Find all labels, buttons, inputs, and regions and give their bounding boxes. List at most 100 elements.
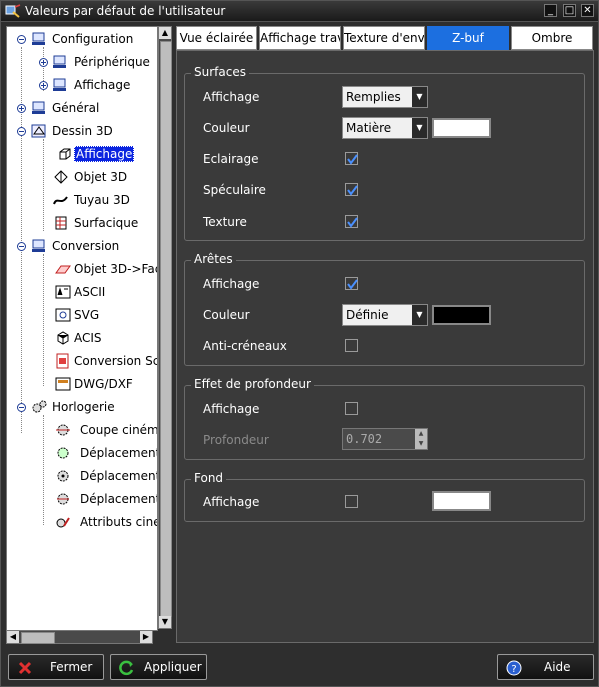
profondeur-label: Profondeur [203,433,269,447]
tree-item-deplacement-1[interactable]: Déplacement [7,444,157,462]
tree-item-general[interactable]: Général [7,99,157,117]
tree-item-attributs[interactable]: Attributs ciner [7,513,157,531]
dwg-file-icon [55,377,71,391]
spin-down-icon[interactable]: ▼ [415,439,427,449]
tree-item-affichage-3d[interactable]: Affichage [7,145,157,163]
close-icon [18,661,32,675]
tab-z-buf[interactable]: Z-buf [427,26,509,50]
tree-item-label: Horlogerie [52,400,115,414]
tree-item-objet-3d-face[interactable]: Objet 3D->Fac [7,260,157,278]
surfaces-affichage-select[interactable]: Remplies ▼ [342,86,428,108]
tree-item-coupe-cinematique[interactable]: Coupe ciném [7,421,158,439]
chevron-down-icon[interactable]: ▼ [412,118,427,138]
tree-item-ascii[interactable]: ASCII [7,283,157,301]
tree-vertical-scrollbar[interactable]: ▲ ▼ [158,26,172,629]
texture-checkbox[interactable] [345,215,358,228]
convert-file-icon [56,353,69,369]
tree-item-surfacique[interactable]: Surfacique [7,214,157,232]
svg-file-icon [55,308,71,322]
window-title: Valeurs par défaut de l'utilisateur [25,4,226,18]
maximize-button[interactable]: □ [563,4,576,17]
scroll-up-icon[interactable]: ▲ [159,27,171,39]
spin-up-icon[interactable]: ▲ [415,429,427,439]
appliquer-button[interactable]: Appliquer [110,654,207,680]
tree-item-conversion-sc[interactable]: Conversion Sc [7,352,158,370]
scroll-thumb[interactable] [160,41,172,617]
aretes-affichage-checkbox[interactable] [345,277,358,290]
settings-tree[interactable]: Configuration Périphérique Affichage Gén… [6,26,158,631]
tree-item-conversion[interactable]: Conversion [7,237,157,255]
tree-item-label: Affichage [74,146,135,162]
tree-item-dwg-dxf[interactable]: DWG/DXF [7,375,157,393]
scroll-left-icon[interactable]: ◀ [7,631,19,643]
surfaces-affichage-label: Affichage [203,90,260,104]
tab-ombre[interactable]: Ombre [511,26,593,50]
svg-text:?: ? [511,664,516,675]
tab-vue-eclairee[interactable]: Vue éclairée [176,26,257,50]
aretes-affichage-label: Affichage [203,277,260,291]
tree-item-label: Coupe ciném [80,423,158,437]
tree-item-acis[interactable]: ACIS [7,329,157,347]
group-title: Effet de profondeur [191,377,314,391]
pipe-icon [53,196,68,205]
tab-texture-envi[interactable]: Texture d'envi [343,26,425,50]
aretes-couleur-select[interactable]: Définie ▼ [342,304,428,326]
surfaces-couleur-label: Couleur [203,121,250,135]
expand-icon[interactable] [17,104,26,113]
profondeur-affichage-checkbox[interactable] [345,402,358,415]
tree-item-label: Conversion Sc [74,354,158,368]
tree-item-label: Conversion [52,239,120,253]
aretes-color-swatch[interactable] [432,305,491,325]
select-value: Matière [346,121,392,135]
aretes-couleur-label: Couleur [203,308,250,322]
chevron-down-icon[interactable]: ▼ [412,87,427,107]
title-bar[interactable]: Valeurs par défaut de l'utilisateur _ □ … [1,1,598,22]
speculaire-label: Spéculaire [203,183,266,197]
fermer-button[interactable]: Fermer [8,654,104,680]
minimize-button[interactable]: _ [544,4,557,17]
tree-item-objet-3d[interactable]: Objet 3D [7,168,157,186]
tree-item-dessin-3d[interactable]: Dessin 3D [7,122,157,140]
tree-item-deplacement-2[interactable]: Déplacement [7,467,157,485]
collapse-icon[interactable] [17,403,26,412]
computer-icon [53,55,66,68]
face-convert-icon [55,265,71,274]
scroll-right-icon[interactable]: ▶ [140,631,152,643]
tree-item-tuyau-3d[interactable]: Tuyau 3D [7,191,157,209]
attributes-icon [56,517,70,528]
app-icon [5,4,21,18]
tree-item-affichage-config[interactable]: Affichage [7,76,157,94]
surface-icon [55,216,67,230]
collapse-icon[interactable] [17,242,26,251]
surfaces-couleur-select[interactable]: Matière ▼ [342,117,428,139]
eclairage-checkbox[interactable] [345,152,358,165]
tree-item-svg[interactable]: SVG [7,306,157,324]
computer-icon [32,32,45,45]
object-3d-icon [54,170,68,184]
tree-item-peripherique[interactable]: Périphérique [7,53,157,71]
anticreneaux-checkbox[interactable] [345,339,358,352]
expand-icon[interactable] [39,58,48,67]
collapse-icon[interactable] [17,127,26,136]
fond-color-swatch[interactable] [432,491,491,511]
aide-button[interactable]: ? Aide [497,654,594,680]
surfaces-color-swatch[interactable] [432,118,491,138]
speculaire-checkbox[interactable] [345,183,358,196]
close-button[interactable]: ✕ [581,4,594,17]
fond-affichage-label: Affichage [203,495,260,509]
tree-item-label: Affichage [74,78,131,92]
texture-label: Texture [203,215,247,229]
scroll-down-icon[interactable]: ▼ [159,616,171,628]
tree-item-horlogerie[interactable]: Horlogerie [7,398,157,416]
tree-horizontal-scrollbar[interactable]: ◀ ▶ [6,630,153,644]
scroll-thumb[interactable] [21,632,55,644]
tab-affichage-trav[interactable]: Affichage trav [259,26,341,50]
tree-item-deplacement-3[interactable]: Déplacement [7,490,157,508]
expand-icon[interactable] [39,81,48,90]
tree-item-label: Déplacement [80,469,158,483]
profondeur-spinbox[interactable]: 0.702 ▲ ▼ [342,428,428,450]
tree-item-configuration[interactable]: Configuration [7,30,157,48]
fond-affichage-checkbox[interactable] [345,495,358,508]
chevron-down-icon[interactable]: ▼ [412,305,427,325]
collapse-icon[interactable] [17,35,26,44]
